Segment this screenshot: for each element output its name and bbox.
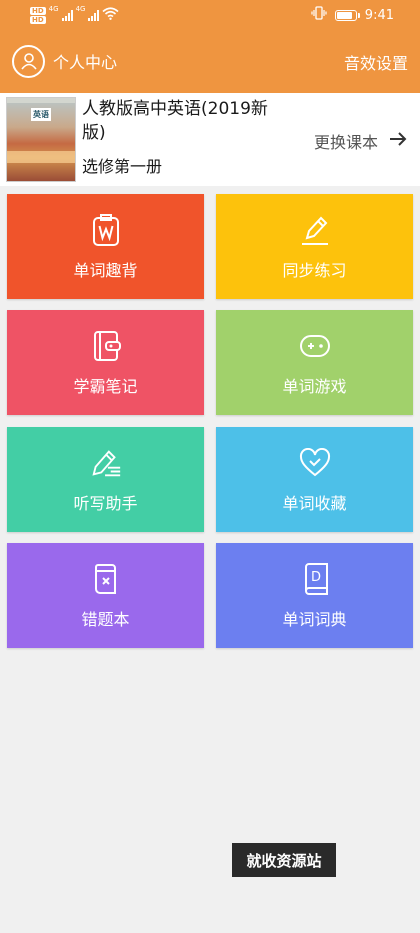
pencil-icon — [298, 213, 332, 247]
status-left: HD HD 4G 4G — [30, 3, 119, 27]
svg-text:D: D — [310, 570, 320, 585]
user-icon — [12, 44, 45, 78]
tile-word-dictionary[interactable]: D 单词词典 — [216, 543, 413, 648]
tile-top-notes[interactable]: 学霸笔记 — [7, 310, 204, 415]
tile-label: 单词词典 — [282, 609, 347, 629]
word-card-icon — [89, 213, 123, 247]
tile-label: 同步练习 — [282, 260, 347, 280]
signal-icon — [88, 9, 100, 21]
network-type: 4G — [48, 5, 59, 13]
status-right: 9:41 — [311, 6, 394, 24]
status-time: 9:41 — [364, 7, 394, 23]
book-volume: 选修第一册 — [82, 157, 163, 176]
tile-sync-practice[interactable]: 同步练习 — [216, 194, 413, 299]
wifi-icon — [102, 6, 119, 24]
cover-stripe — [7, 98, 75, 103]
tile-label: 学霸笔记 — [73, 376, 138, 396]
book-cover: 英语 — [6, 97, 76, 182]
tile-word-memorize[interactable]: 单词趣背 — [7, 194, 204, 299]
current-book-card[interactable]: 英语 人教版高中英语(2019新版) 选修第一册 更换课本 — [0, 93, 420, 186]
arrow-right-icon — [388, 131, 408, 151]
tile-label: 错题本 — [81, 609, 130, 629]
battery-level — [336, 11, 353, 19]
watermark: 就收资源站 — [232, 843, 336, 877]
heart-icon — [298, 446, 332, 480]
dictation-icon — [89, 446, 123, 480]
profile-button[interactable]: 个人中心 — [12, 44, 117, 78]
change-book-button[interactable]: 更换课本 — [314, 129, 408, 153]
dictionary-icon: D — [298, 562, 332, 596]
tile-wrong-answers[interactable]: 错题本 — [7, 543, 204, 648]
hd-indicators: HD HD — [30, 6, 46, 24]
tile-label: 单词游戏 — [282, 376, 347, 396]
signal-icon — [61, 9, 73, 21]
hd-badge: HD — [30, 6, 46, 15]
tile-label: 单词趣背 — [73, 260, 138, 280]
tile-label: 单词收藏 — [282, 493, 347, 513]
tile-word-game[interactable]: 单词游戏 — [216, 310, 413, 415]
sound-settings-button[interactable]: 音效设置 — [344, 50, 408, 74]
battery-icon — [334, 9, 360, 21]
profile-label: 个人中心 — [53, 53, 118, 72]
tile-dictation-helper[interactable]: 听写助手 — [7, 427, 204, 532]
tile-word-favorites[interactable]: 单词收藏 — [216, 427, 413, 532]
hd-badge: HD — [30, 15, 46, 24]
app-header: 个人中心 音效设置 — [0, 30, 420, 93]
cover-band — [7, 151, 75, 163]
wrong-book-icon — [89, 562, 123, 596]
cover-title: 英语 — [31, 108, 51, 121]
notebook-icon — [89, 329, 123, 363]
tile-label: 听写助手 — [73, 493, 138, 513]
network-type: 4G — [75, 5, 86, 13]
vibrate-icon — [311, 6, 327, 24]
status-bar: HD HD 4G 4G 9:41 — [0, 0, 420, 30]
gamepad-icon — [298, 329, 332, 363]
change-book-label: 更换课本 — [313, 133, 378, 152]
book-title: 人教版高中英语(2019新版) — [82, 99, 268, 143]
